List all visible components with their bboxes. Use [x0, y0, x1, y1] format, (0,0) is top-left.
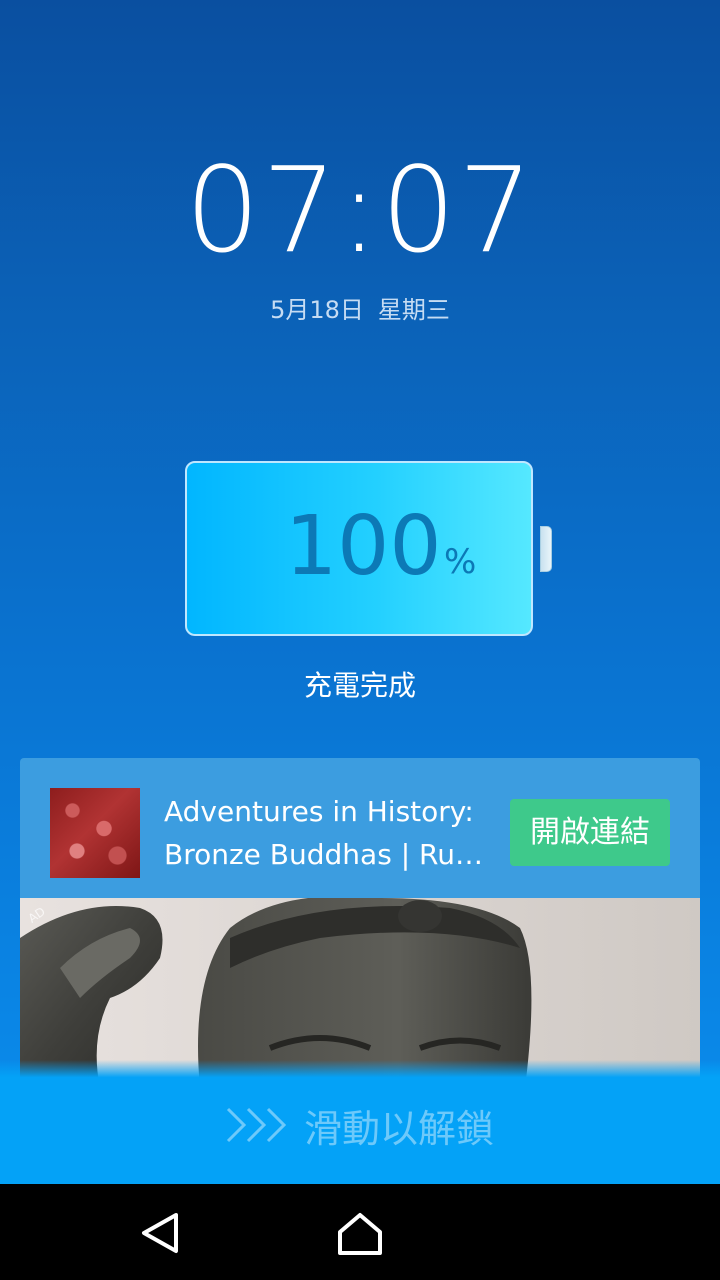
- ad-card[interactable]: Adventures in History: Bronze Buddhas | …: [20, 758, 700, 1088]
- battery-tip: [540, 526, 552, 572]
- slide-to-unlock[interactable]: 滑動以解鎖: [0, 1103, 720, 1158]
- weekday-text: 星期三: [377, 296, 450, 324]
- home-icon[interactable]: [336, 1212, 384, 1256]
- ad-title-line-1: Adventures in History:: [164, 795, 474, 828]
- open-link-button[interactable]: 開啟連結: [510, 799, 670, 866]
- charging-status-text: 充電完成: [303, 669, 416, 702]
- navigation-bar: [0, 1184, 720, 1280]
- slide-to-unlock-label: 滑動以解鎖: [303, 1107, 494, 1151]
- lockscreen-date: 5月18日 星期三: [0, 290, 720, 325]
- ad-title-line-2: Bronze Buddhas | Ru…: [164, 838, 483, 871]
- ad-title[interactable]: Adventures in History: Bronze Buddhas | …: [164, 790, 484, 876]
- lockscreen-clock: 07:07: [184, 141, 536, 279]
- battery-percent-value: 100: [285, 499, 442, 594]
- battery-percent-unit: %: [444, 542, 477, 582]
- date-text: 5月18日: [270, 296, 364, 324]
- ad-thumbnail[interactable]: [50, 788, 140, 878]
- chevron-right-triple-icon: [226, 1105, 288, 1158]
- back-triangle-icon[interactable]: [138, 1212, 182, 1254]
